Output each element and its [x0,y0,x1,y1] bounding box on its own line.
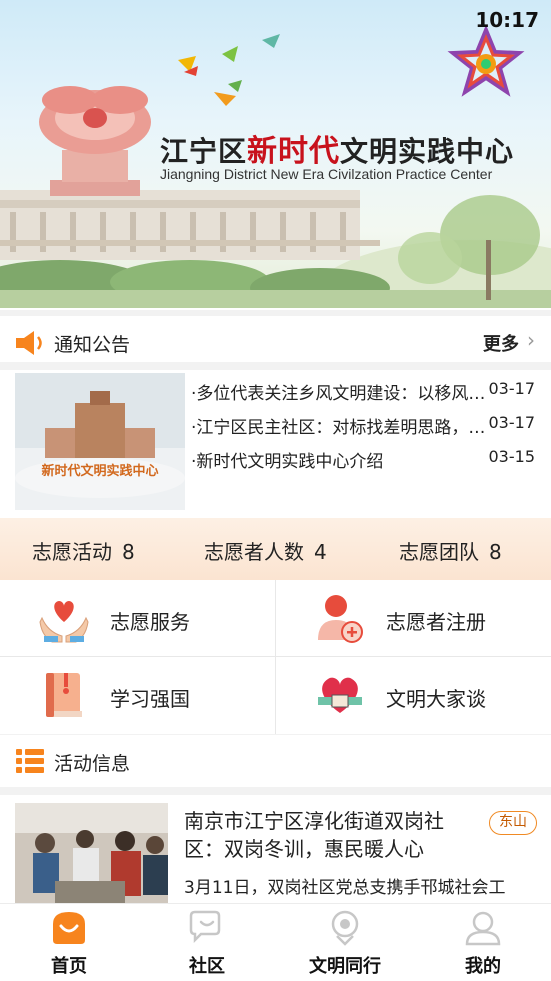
stat-label: 志愿者人数 [204,540,304,564]
notice-more-link[interactable]: 更多 [483,330,519,356]
activities-header-label: 活动信息 [54,753,131,775]
heart-hands-icon [39,601,89,643]
chevron-right-icon[interactable]: › [527,328,535,352]
activity-title[interactable]: 南京市江宁区淳化街道双岗社区：双岗冬训，惠民暖人心 [184,807,474,863]
grid-label: 志愿服务 [110,610,190,634]
tab-civilization[interactable]: 文明同行 [276,904,414,981]
user-add-icon [318,595,363,643]
notice-item[interactable]: ·江宁区民主社区：对标找差明思路，凝心聚力 03-17 [191,413,541,438]
banner-title-highlight: 新时代 [247,134,341,169]
notice-header-label: 通知公告 [54,334,131,356]
banner-title-suffix: 文明实践中心 [340,135,515,168]
stat-volunteer-count[interactable]: 志愿者人数 4 [204,536,327,565]
activity-thumbnail [15,803,168,905]
stat-value: 8 [122,540,135,564]
tab-mine[interactable]: 我的 [414,904,551,981]
grid-vertical-divider [275,580,276,735]
bottom-tab-bar: 首页 社区 文明同行 我的 [0,903,551,981]
notice-item-title[interactable]: ·多位代表关注乡风文明建设：以移风易俗 [191,379,486,404]
stat-value: 8 [489,540,502,564]
banner-title-prefix: 江宁区 [160,135,248,168]
banner[interactable]: 10:17 江宁区新时代文明实践中心 Jiangning District Ne… [0,0,551,308]
list-icon [16,749,44,773]
speaker-icon [16,331,42,355]
section-divider [0,787,551,795]
stat-value: 4 [314,540,327,564]
building-image: 新时代文明实践中心 [15,373,185,510]
tab-home[interactable]: 首页 [0,904,138,981]
stat-label: 志愿团队 [399,540,479,564]
notice-item-date: 03-15 [488,447,536,466]
book-icon [46,673,82,717]
app-screen: 10:17 江宁区新时代文明实践中心 Jiangning District Ne… [0,0,551,981]
activity-photo [15,803,168,905]
stat-label: 志愿活动 [32,540,112,564]
activity-description: 3月11日，双岗社区党总支携手邗城社会工 [184,878,506,898]
tab-label: 社区 [189,956,225,977]
notice-header: 通知公告 更多 › [0,310,551,362]
notice-item-title[interactable]: ·新时代文明实践中心介绍 [191,447,486,472]
location-icon [331,910,359,946]
grid-volunteer-service[interactable]: 志愿服务 [0,580,275,657]
stat-volunteer-teams[interactable]: 志愿团队 8 [399,536,502,565]
banner-title: 江宁区新时代文明实践中心 [160,126,514,170]
notice-item-date: 03-17 [488,413,536,432]
status-bar-time: 10:17 [475,8,539,32]
notice-thumbnail[interactable]: 新时代文明实践中心 [15,373,185,510]
grid-label: 文明大家谈 [386,687,486,711]
tab-community[interactable]: 社区 [138,904,276,981]
notice-image-caption: 新时代文明实践中心 [41,463,158,479]
notice-item[interactable]: ·多位代表关注乡风文明建设：以移风易俗 03-17 [191,379,541,404]
notice-item-title[interactable]: ·江宁区民主社区：对标找差明思路，凝心聚力 [191,413,486,438]
tab-label: 文明同行 [309,956,381,977]
grid-label: 学习强国 [110,687,190,711]
activity-location-tag: 东山 [489,811,537,835]
activity-card[interactable]: 南京市江宁区淳化街道双岗社区：双岗冬训，惠民暖人心 东山 3月11日，双岗社区党… [0,795,551,905]
heart-talk-icon [318,677,362,713]
grid-study-strong-nation[interactable]: 学习强国 [0,657,275,734]
notice-item-date: 03-17 [488,379,536,398]
grid-civilization-talk[interactable]: 文明大家谈 [276,657,551,734]
notice-item[interactable]: ·新时代文明实践中心介绍 03-15 [191,447,541,472]
home-icon [53,912,85,944]
chat-icon [189,910,221,944]
activities-header: 活动信息 [0,735,551,787]
stats-bar: 志愿活动 8 志愿者人数 4 志愿团队 8 [0,518,551,580]
stat-volunteer-activities[interactable]: 志愿活动 8 [32,536,135,565]
section-divider [0,362,551,370]
banner-subtitle: Jiangning District New Era Civilzation P… [160,166,493,182]
grid-label: 志愿者注册 [386,610,486,634]
grid-volunteer-register[interactable]: 志愿者注册 [276,580,551,657]
tab-label: 首页 [51,956,87,977]
profile-icon [465,911,501,946]
tab-label: 我的 [465,956,501,977]
